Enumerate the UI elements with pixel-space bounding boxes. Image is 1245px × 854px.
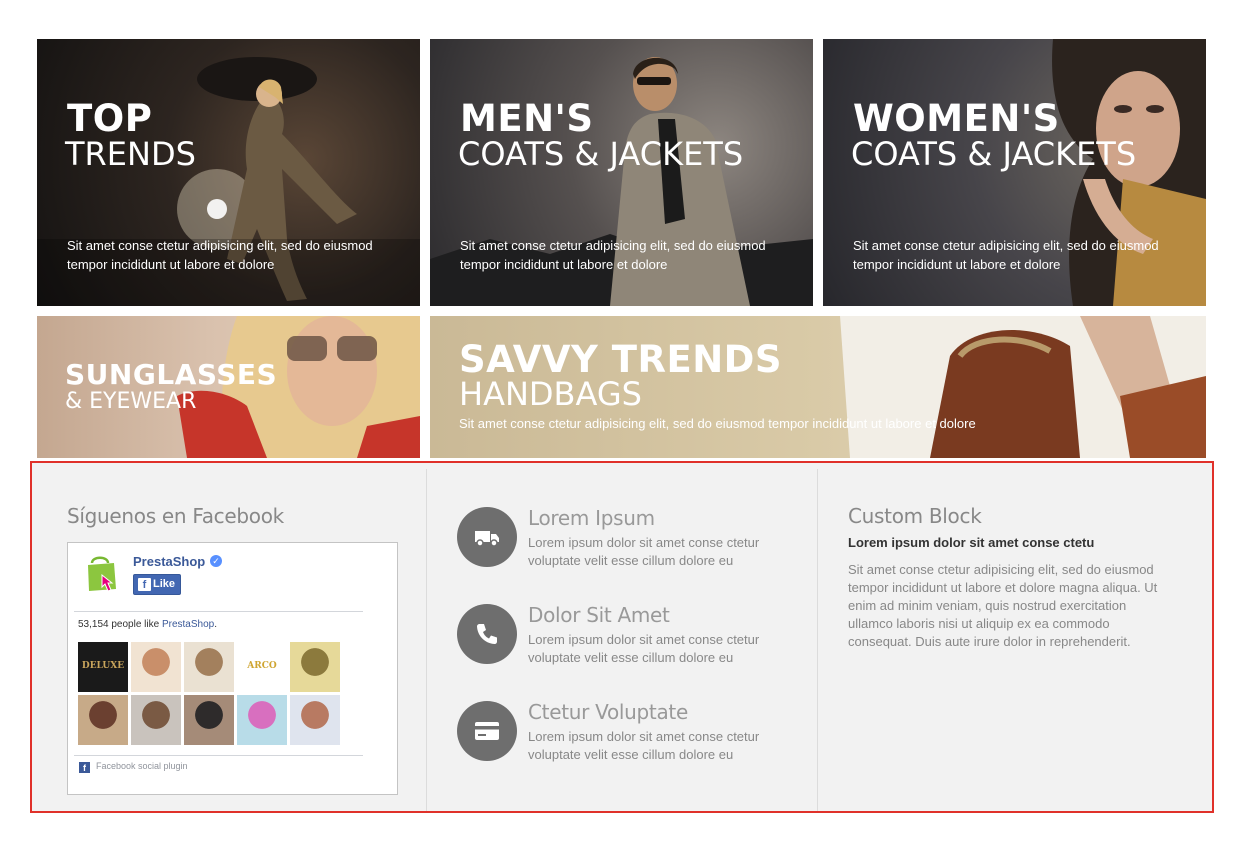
credit-card-icon	[457, 701, 517, 761]
banner-subtitle: & EYEWEAR	[65, 389, 197, 414]
facebook-f-icon: f	[138, 578, 151, 591]
fan-avatar[interactable]	[184, 695, 234, 745]
fan-avatar[interactable]	[78, 695, 128, 745]
info-title: Ctetur Voluptate	[528, 700, 688, 724]
fan-avatar-label: ARCO	[247, 661, 277, 671]
banner-womens-coats[interactable]: WOMEN'S COATS & JACKETS Sit amet conse c…	[823, 39, 1206, 306]
banner-mens-coats[interactable]: MEN'S COATS & JACKETS Sit amet conse cte…	[430, 39, 813, 306]
fan-avatar[interactable]	[237, 695, 287, 745]
banner-subtitle: COATS & JACKETS	[851, 135, 1137, 173]
facebook-social-plugin-link[interactable]: f Facebook social plugin	[79, 761, 188, 773]
banner-title: TOP	[67, 97, 153, 140]
prestashop-logo-icon[interactable]	[86, 553, 122, 595]
banner-title: SUNGLASSES	[65, 358, 278, 391]
info-title: Lorem Ipsum	[528, 506, 655, 530]
info-text: Lorem ipsum dolor sit amet conse ctetur …	[528, 535, 760, 568]
facebook-like-button[interactable]: f Like	[133, 574, 181, 595]
custom-block-heading: Custom Block	[848, 504, 982, 528]
fan-avatar[interactable]	[290, 695, 340, 745]
fan-avatar[interactable]: DELUXE	[78, 642, 128, 692]
fan-avatar[interactable]	[184, 642, 234, 692]
banner-description: Sit amet conse ctetur adipisicing elit, …	[853, 238, 1159, 272]
phone-icon	[457, 604, 517, 664]
divider	[74, 755, 363, 756]
truck-icon	[457, 507, 517, 567]
likes-text: people like	[108, 619, 162, 630]
custom-block-text: Sit amet conse ctetur adipisicing elit, …	[848, 562, 1158, 649]
info-text: Lorem ipsum dolor sit amet conse ctetur …	[528, 729, 760, 762]
facebook-column: Síguenos en Facebook PrestaShop ✓ f Like…	[32, 469, 427, 811]
fan-avatar[interactable]: ARCO	[237, 642, 287, 692]
facebook-heading: Síguenos en Facebook	[67, 504, 284, 528]
facebook-page-link[interactable]: PrestaShop	[162, 619, 214, 630]
facebook-page-name[interactable]: PrestaShop	[133, 554, 205, 569]
banner-title: WOMEN'S	[853, 97, 1060, 140]
banner-top-trends[interactable]: TOP TRENDS Sit amet conse ctetur adipisi…	[37, 39, 420, 306]
info-title: Dolor Sit Amet	[528, 603, 670, 627]
banner-description: Sit amet conse ctetur adipisicing elit, …	[67, 238, 373, 272]
banner-savvy-handbags[interactable]: SAVVY TRENDS HANDBAGS Sit amet conse cte…	[430, 316, 1206, 458]
plugin-label: Facebook social plugin	[96, 761, 188, 771]
fan-avatar[interactable]	[131, 642, 181, 692]
custom-block-subtitle: Lorem ipsum dolor sit amet conse ctetu	[848, 535, 1095, 550]
services-column: Lorem Ipsum Lorem ipsum dolor sit amet c…	[427, 469, 818, 811]
fan-avatar[interactable]	[131, 695, 181, 745]
footer-info-section: Síguenos en Facebook PrestaShop ✓ f Like…	[30, 461, 1214, 813]
info-text: Lorem ipsum dolor sit amet conse ctetur …	[528, 632, 760, 665]
verified-badge-icon: ✓	[210, 555, 222, 567]
facebook-f-icon: f	[79, 762, 90, 773]
banner-description: Sit amet conse ctetur adipisicing elit, …	[459, 416, 976, 431]
banner-description: Sit amet conse ctetur adipisicing elit, …	[460, 238, 766, 272]
banner-subtitle: HANDBAGS	[459, 375, 642, 413]
banner-title: MEN'S	[460, 97, 594, 140]
fan-avatar[interactable]	[290, 642, 340, 692]
fan-avatar-label: DELUXE	[81, 661, 125, 671]
divider	[74, 611, 363, 612]
facebook-page-plugin: PrestaShop ✓ f Like 53,154 people like P…	[67, 542, 398, 795]
banner-sunglasses[interactable]: SUNGLASSES & EYEWEAR	[37, 316, 420, 458]
facebook-likes-count: 53,154 people like PrestaShop.	[78, 619, 217, 630]
like-label: Like	[153, 578, 176, 590]
banner-subtitle: COATS & JACKETS	[458, 135, 744, 173]
custom-block-column: Custom Block Lorem ipsum dolor sit amet …	[818, 469, 1212, 811]
likes-suffix: .	[214, 619, 218, 630]
likes-number: 53,154	[78, 619, 109, 630]
banner-subtitle: TRENDS	[65, 135, 196, 173]
